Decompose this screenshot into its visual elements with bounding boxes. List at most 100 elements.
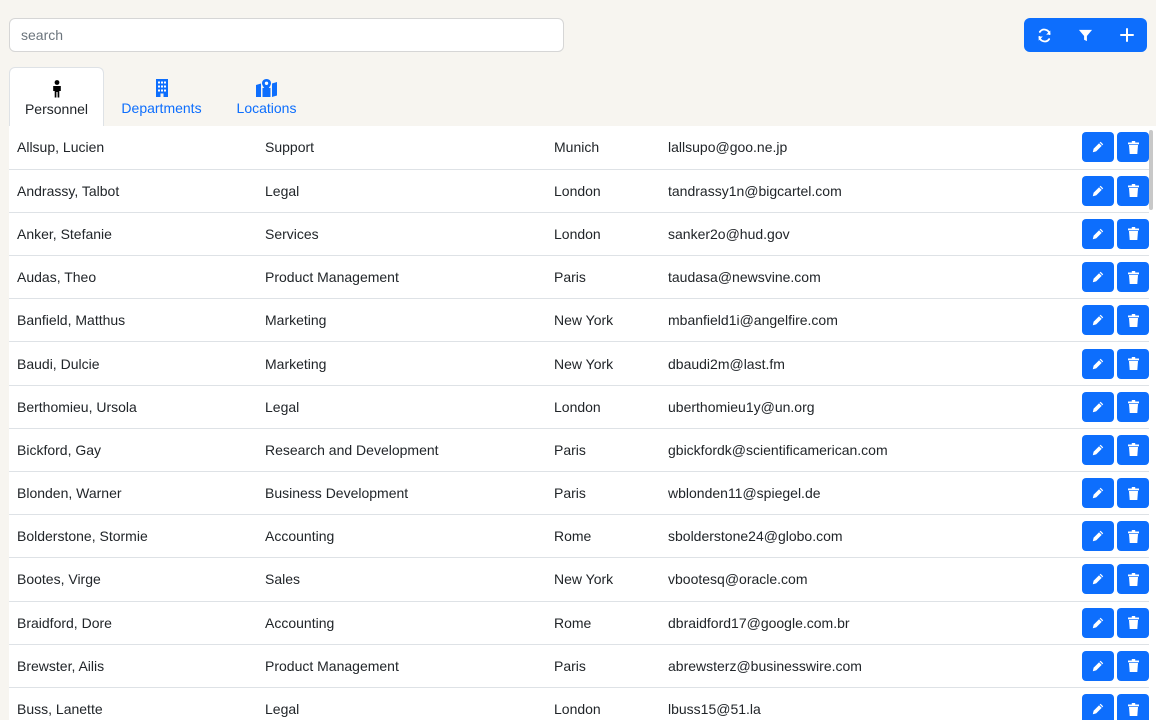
table-row: Braidford, Dore Accounting Rome dbraidford1…	[9, 601, 1149, 645]
pencil-icon	[1092, 228, 1104, 240]
table-row: Andrassy, Talbot Legal London tandrassy1n@b…	[9, 169, 1149, 213]
employee-department: Legal	[265, 398, 300, 415]
employee-location: Rome	[554, 614, 592, 631]
trash-icon	[1127, 270, 1139, 284]
employee-name: Berthomieu, Ursola	[17, 398, 137, 415]
employee-name: Blonden, Warner	[17, 485, 122, 502]
table-row: Bickford, Gay Research and Development Par…	[9, 428, 1149, 472]
delete-button[interactable]	[1117, 348, 1149, 379]
employee-name: Buss, Lanette	[17, 701, 103, 718]
employee-name: Bootes, Virge	[17, 571, 101, 588]
delete-button[interactable]	[1117, 218, 1149, 249]
edit-button[interactable]	[1082, 694, 1114, 720]
employee-email: dbaudi2m@last.fm	[668, 355, 785, 372]
edit-button[interactable]	[1082, 132, 1114, 163]
employee-department: Marketing	[265, 312, 327, 329]
employee-department: Legal	[265, 182, 300, 199]
employee-name: Anker, Stefanie	[17, 225, 112, 242]
employee-location: New York	[554, 312, 614, 329]
employee-email: tandrassy1n@bigcartel.com	[668, 182, 842, 199]
row-actions	[1068, 644, 1149, 687]
employee-department: Accounting	[265, 614, 335, 631]
edit-button[interactable]	[1082, 262, 1114, 293]
employee-department: Research and Development	[265, 441, 439, 458]
edit-button[interactable]	[1082, 607, 1114, 638]
tab-personnel[interactable]: Personnel	[9, 67, 104, 126]
delete-button[interactable]	[1117, 478, 1149, 509]
edit-button[interactable]	[1082, 564, 1114, 595]
delete-button[interactable]	[1117, 694, 1149, 720]
trash-icon	[1127, 529, 1139, 543]
pencil-icon	[1092, 444, 1104, 456]
scrollbar[interactable]	[1149, 130, 1153, 210]
employee-email: wblonden11@spiegel.de	[668, 485, 821, 502]
delete-button[interactable]	[1117, 132, 1149, 163]
table-row: Anker, Stefanie Services London sanker2o@hu…	[9, 212, 1149, 256]
delete-button[interactable]	[1117, 305, 1149, 336]
table-row: Baudi, Dulcie Marketing New York dbaudi2m@l…	[9, 342, 1149, 386]
toolbar-button-group	[1024, 18, 1147, 52]
delete-button[interactable]	[1117, 607, 1149, 638]
delete-button[interactable]	[1117, 262, 1149, 293]
employee-department: Product Management	[265, 657, 399, 674]
delete-button[interactable]	[1117, 434, 1149, 465]
trash-icon	[1127, 702, 1139, 716]
edit-button[interactable]	[1082, 391, 1114, 422]
row-actions	[1068, 601, 1149, 644]
employee-name: Andrassy, Talbot	[17, 182, 120, 199]
employee-email: lbuss15@51.la	[668, 701, 761, 718]
employee-department: Sales	[265, 571, 301, 588]
add-button[interactable]	[1106, 18, 1147, 52]
employee-location: Paris	[554, 485, 586, 502]
employee-name: Brewster, Ailis	[17, 657, 105, 674]
top-bar: Personnel Departments	[0, 0, 1156, 126]
pencil-icon	[1092, 617, 1104, 629]
employee-department: Legal	[265, 701, 300, 718]
pencil-icon	[1092, 660, 1104, 672]
edit-button[interactable]	[1082, 478, 1114, 509]
tab-locations[interactable]: Locations	[219, 67, 314, 126]
filter-button[interactable]	[1065, 18, 1106, 52]
row-actions	[1068, 212, 1149, 255]
table-row: Bolderstone, Stormie Accounting Rome sbolde…	[9, 515, 1149, 558]
tab-personnel-label: Personnel	[24, 101, 89, 117]
refresh-button[interactable]	[1024, 18, 1065, 52]
edit-button[interactable]	[1082, 218, 1114, 249]
pencil-icon	[1092, 530, 1104, 542]
edit-button[interactable]	[1082, 305, 1114, 336]
search-input[interactable]	[9, 18, 564, 52]
edit-button[interactable]	[1082, 434, 1114, 465]
edit-button[interactable]	[1082, 650, 1114, 681]
tab-bar: Personnel Departments Locations	[9, 67, 314, 126]
employee-department: Product Management	[265, 269, 399, 286]
employee-location: New York	[554, 355, 614, 372]
pencil-icon	[1092, 401, 1104, 413]
delete-button[interactable]	[1117, 564, 1149, 595]
edit-button[interactable]	[1082, 348, 1114, 379]
row-actions	[1068, 256, 1149, 299]
edit-button[interactable]	[1082, 175, 1114, 206]
employee-department: Business Development	[265, 485, 409, 502]
employee-location: Paris	[554, 269, 586, 286]
employee-department: Accounting	[265, 528, 335, 545]
delete-button[interactable]	[1117, 175, 1149, 206]
employee-email: abrewsterz@businesswire.com	[668, 657, 862, 674]
table-row: Buss, Lanette Legal London lbuss15@51.la	[9, 687, 1149, 720]
edit-button[interactable]	[1082, 521, 1114, 552]
tab-departments[interactable]: Departments	[104, 67, 219, 126]
trash-icon	[1127, 184, 1139, 198]
table-row: Allsup, Lucien Support Munich lallsupo@goo.…	[9, 126, 1149, 170]
pencil-icon	[1092, 185, 1104, 197]
employee-name: Bolderstone, Stormie	[17, 528, 148, 545]
personnel-panel: Allsup, Lucien Support Munich lallsupo@goo.…	[9, 126, 1156, 720]
employee-location: London	[554, 182, 601, 199]
delete-button[interactable]	[1117, 650, 1149, 681]
filter-icon	[1078, 29, 1093, 41]
delete-button[interactable]	[1117, 391, 1149, 422]
employee-location: Munich	[554, 139, 600, 156]
employee-location: London	[554, 398, 601, 415]
personnel-table: Allsup, Lucien Support Munich lallsupo@goo.…	[9, 126, 1149, 720]
employee-location: London	[554, 225, 601, 242]
employee-email: sanker2o@hud.gov	[668, 225, 790, 242]
delete-button[interactable]	[1117, 521, 1149, 552]
